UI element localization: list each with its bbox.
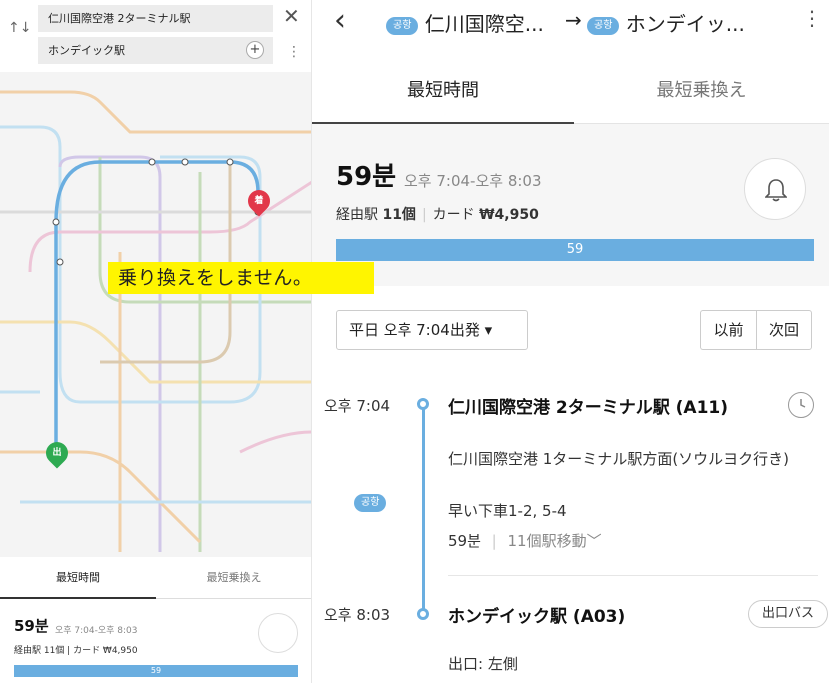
start-station-dot	[417, 398, 429, 410]
header-from-text: 仁川国際空...	[424, 12, 544, 36]
end-station-dot	[417, 608, 429, 620]
left-tab-shortest-time[interactable]: 最短時間	[0, 557, 156, 599]
departure-time-select[interactable]: 平日 오후 7:04出発 ▾	[336, 310, 528, 350]
chevron-down-icon: ﹀	[586, 532, 602, 550]
fare-label: カード	[432, 207, 475, 223]
left-summary-meta: 経由駅 11個 | カード ₩4,950	[14, 646, 138, 656]
to-station-input[interactable]: ホンデイック駅	[38, 37, 273, 64]
summary-meta: 経由駅 11個 | カード ₩4,950	[336, 207, 539, 223]
divider	[448, 575, 818, 576]
previous-train-button[interactable]: 以前	[700, 310, 756, 350]
back-arrow-icon[interactable]: ‹	[334, 2, 346, 40]
route-detail-panel: ‹ 공항 仁川国際空... → 공항 ホンデイッ... ⋮ 最短時間 最短乗換え…	[312, 0, 829, 683]
start-pin-icon[interactable]: 出	[41, 437, 73, 469]
left-tab-fewest-transfers[interactable]: 最短乗換え	[156, 557, 311, 599]
ride-duration: 59분	[448, 532, 481, 550]
left-summary-duration: 59분	[14, 617, 49, 635]
more-options-icon[interactable]: ⋮	[287, 44, 301, 60]
start-station-name[interactable]: 仁川国際空港 2ターミナル駅 (A11)	[448, 393, 728, 418]
next-train-button[interactable]: 次回	[756, 310, 812, 350]
subway-map[interactable]: 着 出	[0, 72, 311, 557]
direction-text: 仁川国際空港 1ターミナル駅方面(ソウルヨク行き)	[448, 450, 790, 468]
tab-fewest-transfers[interactable]: 最短乗換え	[574, 58, 829, 124]
exit-bus-button[interactable]: 出口バス	[748, 600, 828, 628]
swap-stations-icon[interactable]: ↑↓	[8, 20, 31, 36]
pin-dest-label: 着	[254, 196, 264, 206]
header-to-text: ホンデイッ...	[625, 12, 745, 36]
header-from-title: 공항 仁川国際空...	[386, 8, 544, 37]
stops-label: 経由駅	[336, 207, 378, 223]
add-waypoint-icon[interactable]: +	[246, 41, 264, 59]
line-badge: 공항	[354, 492, 387, 512]
left-summary-time-range: 오후 7:04-오후 8:03	[55, 626, 138, 636]
duration-bar: 59	[336, 239, 814, 261]
summary-time-range: 오후 7:04-오후 8:03	[404, 172, 542, 190]
route-tabs: 最短時間 最短乗換え	[312, 58, 829, 124]
ride-info[interactable]: 59분 | 11個駅移動﹀	[448, 530, 602, 551]
header-arrow: →	[565, 8, 582, 32]
from-station-input[interactable]: 仁川国際空港 2ターミナル駅	[38, 5, 273, 32]
annotation-callout: 乗り換えをしません。	[108, 262, 374, 294]
alarm-bell-icon[interactable]	[744, 158, 806, 220]
airport-line-badge: 공항	[386, 16, 419, 35]
start-time: 오후 7:04	[324, 397, 391, 415]
left-panel-screenshot: ↑↓ 仁川国際空港 2ターミナル駅 ホンデイック駅 ✕ + ⋮ 着 出 最短時間…	[0, 0, 312, 683]
airport-line-badge: 공항	[587, 16, 620, 35]
ride-moves: 11個駅移動	[507, 532, 587, 550]
close-icon[interactable]: ✕	[283, 4, 300, 28]
pin-start-label: 出	[52, 448, 62, 458]
tab-shortest-time[interactable]: 最短時間	[312, 58, 574, 124]
quick-exit-text: 早い下車1-2, 5-4	[448, 502, 567, 520]
stops-value: 11個	[382, 207, 416, 223]
end-station-name[interactable]: ホンデイック駅 (A03)	[448, 602, 625, 627]
timeline-line	[422, 405, 425, 611]
end-time: 오후 8:03	[324, 606, 391, 624]
route-summary: 59분 오후 7:04-오후 8:03 経由駅 11個 | カード ₩4,950 5…	[312, 124, 829, 286]
airport-line-badge: 공항	[354, 493, 387, 512]
more-options-icon[interactable]: ⋮	[802, 6, 822, 30]
exit-info: 出口: 左側	[448, 655, 518, 673]
summary-duration: 59분	[336, 162, 397, 192]
clock-icon[interactable]	[788, 392, 814, 418]
left-duration-bar: 59	[14, 665, 298, 677]
fare-value: ₩4,950	[479, 207, 539, 223]
left-route-tabs: 最短時間 最短乗換え	[0, 557, 311, 599]
destination-pin-icon[interactable]: 着	[243, 185, 275, 217]
left-alarm-bell-icon[interactable]	[258, 613, 298, 653]
header-to-title: 공항 ホンデイッ...	[587, 8, 745, 37]
